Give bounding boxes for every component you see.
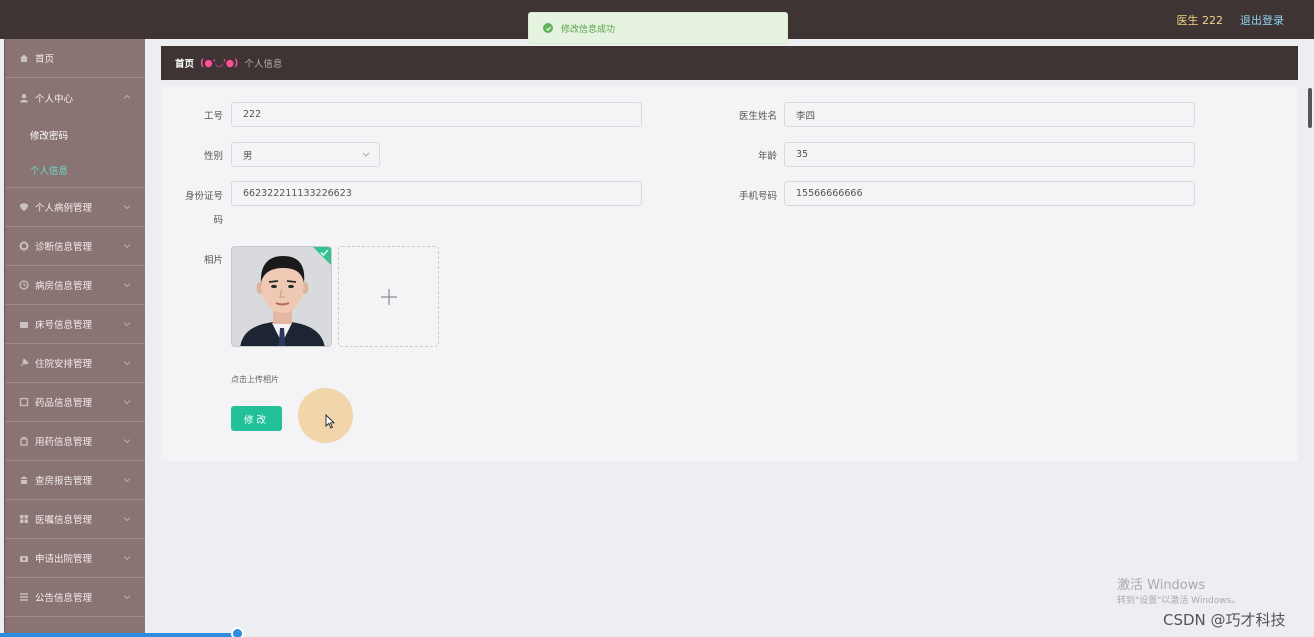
gender-label: 性别 <box>203 151 223 162</box>
chevron-down-icon <box>123 400 131 405</box>
home-icon <box>19 53 29 63</box>
upload-photo-button[interactable] <box>338 246 439 347</box>
chevron-down-icon <box>123 439 131 444</box>
chevron-down-icon <box>123 478 131 483</box>
logout-link[interactable]: 退出登录 <box>1240 12 1284 28</box>
sidebar-item-label: 个人中心 <box>35 93 74 105</box>
sidebar-item-home[interactable]: 首页 <box>5 39 145 78</box>
sidebar-item-label: 公告信息管理 <box>35 593 93 604</box>
list-icon <box>19 592 29 602</box>
id-number-field[interactable]: 662322211133226623 <box>231 181 642 206</box>
sidebar-item-label: 病房信息管理 <box>35 281 93 292</box>
sidebar-item-discharge[interactable]: 申请出院管理 <box>5 539 145 578</box>
sidebar-item-medicine[interactable]: 药品信息管理 <box>5 383 145 422</box>
current-user-label: 医生 222 <box>1176 14 1224 27</box>
phone-field[interactable]: 15566666666 <box>784 181 1195 206</box>
sidebar-item-label: 住院安排管理 <box>35 359 93 370</box>
toast-message: 修改信息成功 <box>561 24 616 35</box>
box-icon <box>19 397 29 407</box>
employee-id-label: 工号 <box>203 111 223 122</box>
windows-activation-subtitle: 转到"设置"以激活 Windows。 <box>1117 596 1241 606</box>
sidebar-item-medication[interactable]: 用药信息管理 <box>5 422 145 461</box>
video-progress-handle[interactable] <box>231 627 244 637</box>
age-field[interactable]: 35 <box>784 142 1195 167</box>
id-number-label-wrap: 码 <box>213 215 223 226</box>
sidebar-item-ward[interactable]: 病房信息管理 <box>5 266 145 305</box>
sidebar-group-personal-center: 个人中心 修改密码 个人信息 <box>5 78 145 188</box>
sidebar-item-label: 床号信息管理 <box>35 320 93 331</box>
mouse-cursor-icon <box>325 414 335 429</box>
success-toast: 修改信息成功 <box>528 12 788 44</box>
sidebar-item-orders[interactable]: 医嘱信息管理 <box>5 500 145 539</box>
doctor-name-label: 医生姓名 <box>738 111 777 122</box>
doctor-name-field[interactable]: 李四 <box>784 102 1195 127</box>
gender-select[interactable]: 男 <box>231 142 380 167</box>
chevron-down-icon <box>123 361 131 366</box>
sidebar-item-admission[interactable]: 住院安排管理 <box>5 344 145 383</box>
grid-icon <box>19 514 29 524</box>
sidebar-item-label: 药品信息管理 <box>35 398 93 409</box>
video-progress-fill <box>0 633 237 637</box>
sidebar: 首页 个人中心 修改密码 个人信息 个人病例管理 诊断信息管理 病房信息管理 床… <box>4 39 145 637</box>
chevron-down-icon <box>123 517 131 522</box>
sidebar-item-label: 诊断信息管理 <box>35 242 93 253</box>
pin-icon <box>19 358 29 368</box>
camera-icon <box>19 553 29 563</box>
sidebar-item-bed[interactable]: 床号信息管理 <box>5 305 145 344</box>
breadcrumb-current: 个人信息 <box>244 59 283 70</box>
chevron-down-icon <box>123 595 131 600</box>
breadcrumb-separator: (●'◡'●) <box>200 57 239 69</box>
chevron-down-icon <box>123 244 131 249</box>
breadcrumb: 首页 (●'◡'●) 个人信息 <box>161 46 1298 80</box>
chevron-down-icon <box>123 322 131 327</box>
sidebar-item-label: 查房报告管理 <box>35 476 93 487</box>
plus-icon <box>380 288 397 305</box>
bank-icon <box>19 475 29 485</box>
sidebar-item-label: 用药信息管理 <box>35 437 93 448</box>
breadcrumb-home[interactable]: 首页 <box>175 56 194 70</box>
bag-icon <box>19 436 29 446</box>
gender-select-value: 男 <box>243 150 253 162</box>
check-circle-icon <box>543 23 553 33</box>
user-icon <box>19 93 29 103</box>
page-scrollbar[interactable] <box>1308 88 1312 128</box>
photo-label: 相片 <box>203 255 223 266</box>
clock-icon <box>19 280 29 290</box>
sidebar-item-label: 申请出院管理 <box>35 554 93 565</box>
gear-icon <box>19 241 29 251</box>
sidebar-item-diagnosis[interactable]: 诊断信息管理 <box>5 227 145 266</box>
csdn-watermark: CSDN @巧才科技 <box>1163 611 1286 629</box>
age-label: 年龄 <box>757 151 777 162</box>
chevron-down-icon <box>362 152 370 157</box>
sidebar-item-ward-round[interactable]: 查房报告管理 <box>5 461 145 500</box>
sidebar-item-label: 个人病例管理 <box>35 203 93 214</box>
id-number-label: 身份证号 <box>184 191 223 202</box>
sidebar-item-announcements[interactable]: 公告信息管理 <box>5 578 145 617</box>
sidebar-item-label: 首页 <box>35 54 55 65</box>
sidebar-item-patient-records[interactable]: 个人病例管理 <box>5 188 145 227</box>
upload-tip: 点击上传相片 <box>231 375 279 384</box>
sidebar-item-label: 医嘱信息管理 <box>35 515 93 526</box>
chevron-down-icon <box>123 283 131 288</box>
sidebar-subitem-change-password[interactable]: 修改密码 <box>5 117 145 152</box>
bed-icon <box>19 319 29 329</box>
chevron-up-icon <box>123 94 131 99</box>
windows-activation-title: 激活 Windows <box>1117 578 1206 593</box>
sidebar-item-personal-center[interactable]: 个人中心 <box>5 78 145 117</box>
uploaded-photo[interactable] <box>231 246 332 347</box>
shield-icon <box>19 202 29 212</box>
phone-label: 手机号码 <box>738 191 777 202</box>
sidebar-subitem-personal-info[interactable]: 个人信息 <box>5 152 145 187</box>
chevron-down-icon <box>123 205 131 210</box>
check-icon <box>320 249 329 256</box>
employee-id-field[interactable]: 222 <box>231 102 642 127</box>
chevron-down-icon <box>123 556 131 561</box>
modify-button[interactable]: 修改 <box>231 406 282 431</box>
